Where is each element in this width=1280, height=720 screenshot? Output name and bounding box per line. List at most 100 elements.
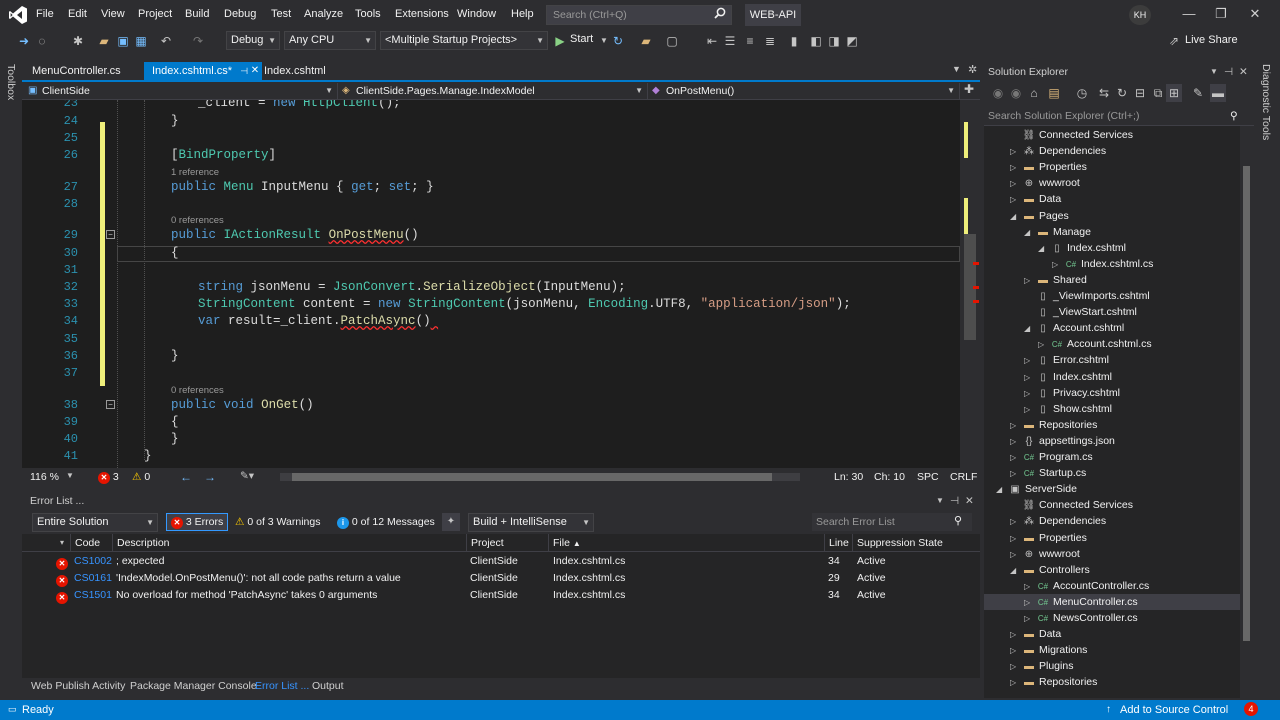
tree-item[interactable]: ▯ _ViewStart.cshtml — [984, 304, 1240, 320]
line-ending[interactable]: CRLF — [950, 471, 977, 483]
close-icon[interactable]: ✕ — [1246, 6, 1264, 22]
expand-arrow-icon[interactable]: ▷ — [1024, 370, 1036, 386]
expand-arrow-icon[interactable]: ▷ — [1052, 257, 1064, 273]
tab-index-cshtml[interactable]: Index.cshtml — [256, 62, 334, 80]
menu-project[interactable]: Project — [138, 8, 172, 20]
tab-output[interactable]: Output — [312, 680, 344, 692]
tree-item[interactable]: ▷ ▬ Data — [984, 626, 1240, 642]
pin-icon[interactable]: ⊣ — [950, 492, 959, 510]
collapse-arrow-icon[interactable]: ◢ — [1038, 241, 1050, 257]
diagnostic-tools-tab[interactable]: Diagnostic Tools — [1260, 64, 1272, 140]
column-file[interactable]: File ▲ — [548, 534, 824, 552]
back-icon[interactable]: ◉ — [990, 84, 1006, 102]
minimize-icon[interactable]: — — [1180, 6, 1198, 21]
collapse-arrow-icon[interactable]: ◢ — [1024, 321, 1036, 337]
expand-arrow-icon[interactable]: ▷ — [1010, 466, 1022, 482]
filter-icon[interactable]: ✦ — [442, 513, 460, 531]
tree-item[interactable]: ⛓ Connected Services — [984, 497, 1240, 513]
toolbox-tab[interactable]: Toolbox — [5, 64, 17, 100]
chevron-down-icon[interactable]: ▼ — [936, 492, 944, 510]
refresh-icon[interactable]: ↻ — [610, 32, 626, 50]
menu-edit[interactable]: Edit — [68, 8, 87, 20]
format-icon[interactable]: ⇤ — [704, 32, 720, 50]
menu-help[interactable]: Help — [511, 8, 534, 20]
expand-arrow-icon[interactable]: ▷ — [1010, 144, 1022, 160]
whitespace-mode[interactable]: SPC — [917, 471, 939, 483]
tree-item[interactable]: ▷ ▯ Show.cshtml — [984, 401, 1240, 417]
live-share-icon[interactable]: ⇗ — [1166, 32, 1182, 50]
column-project[interactable]: Project — [466, 534, 548, 552]
menu-analyze[interactable]: Analyze — [304, 8, 343, 20]
folder-icon[interactable]: ▰ — [638, 32, 654, 50]
save-icon[interactable]: ▣ — [115, 32, 131, 50]
pin-preview-icon[interactable]: ▬ — [1210, 84, 1226, 102]
tree-item[interactable]: ▷ C# MenuController.cs — [984, 593, 1240, 610]
expand-arrow-icon[interactable]: ▷ — [1024, 579, 1036, 595]
solution-explorer-search-input[interactable]: Search Solution Explorer (Ctrl+;) ⚲ — [984, 106, 1254, 126]
messages-filter-button[interactable]: i 0 of 12 Messages — [332, 513, 440, 531]
tab-error-list[interactable]: Error List ... — [255, 680, 309, 692]
tree-item[interactable]: ▷ ⊕ wwwroot — [984, 175, 1240, 191]
bookmark-icon[interactable]: ▮ — [786, 32, 802, 50]
search-input[interactable]: Search (Ctrl+Q) — [546, 5, 732, 25]
scope-dropdown[interactable]: Entire Solution ▼ — [32, 513, 158, 532]
expand-arrow-icon[interactable]: ▷ — [1010, 418, 1022, 434]
tree-item[interactable]: ▷ C# Account.cshtml.cs — [984, 336, 1240, 352]
close-icon[interactable]: ✕ — [1239, 62, 1248, 82]
split-icon[interactable]: ✚ — [964, 82, 974, 96]
column-suppression-state[interactable]: Suppression State — [852, 534, 956, 552]
expand-arrow-icon[interactable]: ▷ — [1024, 402, 1036, 418]
collapse-arrow-icon[interactable]: ◢ — [1010, 209, 1022, 225]
error-code[interactable]: CS0161 — [74, 570, 112, 587]
tree-item[interactable]: ◢ ▣ ServerSide — [984, 481, 1240, 497]
bookmark-prev-icon[interactable]: ◧ — [808, 32, 824, 50]
table-row[interactable]: ✕ CS0161 'IndexModel.OnPostMenu()': not … — [22, 570, 980, 587]
references-codelens[interactable]: 1 reference — [171, 167, 219, 178]
close-icon[interactable]: ✕ — [965, 492, 974, 510]
tree-item[interactable]: ▷ ⊕ wwwroot — [984, 546, 1240, 562]
tree-item[interactable]: ◢ ▬ Manage — [984, 224, 1240, 240]
column-description[interactable]: Description — [112, 534, 466, 552]
menu-view[interactable]: View — [101, 8, 125, 20]
undo-icon[interactable]: ↶ — [158, 32, 174, 50]
collapse-icon[interactable]: − — [106, 230, 115, 239]
tree-item[interactable]: ◢ ▬ Controllers — [984, 562, 1240, 578]
platform-dropdown[interactable]: Any CPU ▼ — [284, 31, 376, 50]
open-folder-icon[interactable]: ▰ — [96, 32, 112, 50]
start-icon[interactable]: ▶ — [552, 32, 568, 50]
table-row[interactable]: ✕ CS1501 No overload for method 'PatchAs… — [22, 587, 980, 604]
collapse-arrow-icon[interactable]: ◢ — [1010, 563, 1022, 579]
save-all-icon[interactable]: ▦ — [133, 32, 149, 50]
solution-scroll-thumb[interactable] — [1243, 166, 1250, 641]
tree-item[interactable]: ▷ ▬ Properties — [984, 530, 1240, 546]
tree-item[interactable]: ▷ ▬ Migrations — [984, 642, 1240, 658]
menu-file[interactable]: File — [36, 8, 54, 20]
type-dropdown[interactable]: ◈ ClientSide.Pages.Manage.IndexModel ▼ — [338, 83, 648, 99]
collapse-all-icon[interactable]: ⊟ — [1132, 84, 1148, 102]
uncomment-icon[interactable]: ≣ — [762, 32, 778, 50]
expand-arrow-icon[interactable]: ▷ — [1010, 514, 1022, 530]
forward-icon[interactable]: ◉ — [1008, 84, 1024, 102]
tree-item[interactable]: ▷ ▬ Plugins — [984, 658, 1240, 674]
home-icon[interactable]: ⌂ — [1026, 84, 1042, 102]
collapse-arrow-icon[interactable]: ◢ — [1024, 225, 1036, 241]
expand-arrow-icon[interactable]: ▷ — [1024, 611, 1036, 627]
expand-arrow-icon[interactable]: ▷ — [1024, 353, 1036, 369]
tree-item[interactable]: ▷ ⁂ Dependencies — [984, 143, 1240, 159]
properties-icon[interactable]: ✎ — [1190, 84, 1206, 102]
expand-arrow-icon[interactable]: ▷ — [1010, 531, 1022, 547]
zoom-level[interactable]: 116 % — [30, 471, 59, 483]
references-codelens[interactable]: 0 references — [171, 385, 224, 396]
tree-item[interactable]: ▷ ▬ Repositories — [984, 417, 1240, 433]
errors-filter-button[interactable]: ✕ 3 Errors — [166, 513, 229, 531]
tree-item[interactable]: ▷ ▯ Error.cshtml — [984, 352, 1240, 368]
tree-item[interactable]: ▷ ▯ Index.cshtml — [984, 369, 1240, 385]
tree-item[interactable]: ◢ ▬ Pages — [984, 208, 1240, 224]
tree-item[interactable]: ▷ ⁂ Dependencies — [984, 513, 1240, 529]
collapse-arrow-icon[interactable]: ◢ — [996, 482, 1008, 498]
menu-debug[interactable]: Debug — [224, 8, 256, 20]
table-row[interactable]: ✕ CS1002 ; expected ClientSide Index.csh… — [22, 553, 980, 570]
start-button[interactable]: Start — [570, 33, 593, 45]
tree-item[interactable]: ⛓ Connected Services — [984, 127, 1240, 143]
tab-web-publish-activity[interactable]: Web Publish Activity — [31, 680, 125, 692]
